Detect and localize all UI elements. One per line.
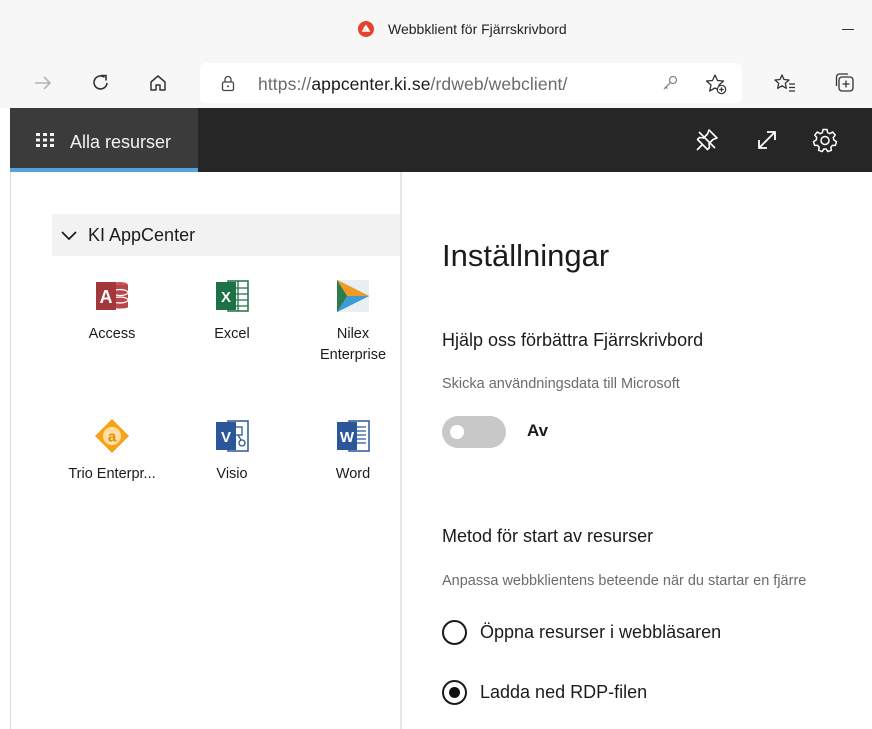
tab-all-resources-label: Alla resurser — [70, 132, 172, 152]
app-label-access: Access — [88, 326, 136, 342]
add-favorite-icon[interactable] — [704, 72, 728, 101]
url-scheme: https:// — [258, 74, 312, 94]
home-icon[interactable] — [145, 70, 171, 96]
settings-gear-icon[interactable] — [811, 126, 839, 154]
favorites-icon[interactable] — [772, 70, 798, 96]
app-header: Alla resurser — [10, 108, 872, 172]
telemetry-title: Hjälp oss förbättra Fjärrskrivbord — [442, 330, 704, 350]
url-path: /rdweb/webclient/ — [430, 74, 568, 94]
telemetry-toggle-label: Av — [527, 421, 549, 440]
word-icon: W — [337, 420, 370, 452]
launch-method-title: Metod för start av resurser — [442, 526, 654, 546]
collections-icon[interactable] — [832, 70, 858, 96]
remote-desktop-logo-icon — [358, 21, 374, 37]
svg-text:W: W — [340, 429, 355, 446]
radio-open-in-browser[interactable]: Öppna resurser i webbläsaren — [442, 620, 721, 645]
telemetry-description: Skicka användningsdata till Microsoft — [442, 376, 680, 392]
svg-text:A: A — [100, 287, 113, 307]
key-icon[interactable] — [660, 73, 680, 98]
tab-all-resources[interactable]: Alla resurser — [10, 108, 198, 172]
lock-icon[interactable] — [220, 74, 236, 97]
radio-label-rdp: Ladda ned RDP-filen — [480, 682, 648, 702]
url-host: appcenter.ki.se — [311, 74, 431, 94]
app-label-trio: Trio Enterpr... — [68, 466, 156, 482]
unpin-icon[interactable] — [693, 126, 721, 154]
radio-label-browser: Öppna resurser i webbläsaren — [480, 622, 722, 642]
app-tile-word[interactable]: W Word — [298, 416, 408, 485]
group-header-ki-appcenter[interactable]: KI AppCenter — [52, 214, 400, 256]
app-tile-visio[interactable]: V Visio — [177, 416, 287, 485]
fullscreen-icon[interactable] — [753, 126, 781, 154]
app-grid-icon — [36, 133, 54, 147]
app-tile-nilex[interactable]: Nilex Enterprise — [298, 276, 408, 366]
settings-title: Inställningar — [442, 238, 610, 273]
access-icon: A — [96, 282, 129, 310]
radio-button-rdp[interactable] — [442, 680, 467, 705]
browser-toolbar: https://appcenter.ki.se/rdweb/webclient/ — [0, 58, 872, 108]
app-tile-trio[interactable]: a Trio Enterpr... — [57, 416, 167, 485]
toggle-knob — [450, 425, 464, 439]
app-label-visio: Visio — [216, 466, 248, 482]
excel-icon: X — [216, 280, 249, 312]
visio-icon: V — [216, 420, 249, 452]
app-label-word: Word — [335, 466, 371, 482]
app-label-excel: Excel — [214, 326, 250, 342]
app-tile-access[interactable]: A Access — [57, 276, 167, 345]
refresh-icon[interactable] — [88, 70, 114, 96]
svg-text:a: a — [108, 429, 117, 446]
app-tile-excel[interactable]: X Excel — [177, 276, 287, 345]
chevron-down-icon — [60, 229, 78, 241]
svg-text:X: X — [221, 289, 231, 306]
app-label-nilex-text: Nilex Enterprise — [319, 326, 387, 363]
group-name: KI AppCenter — [88, 224, 196, 245]
launch-method-description: Anpassa webbklientens beteende när du st… — [442, 573, 807, 589]
window-title: Webbklient för Fjärrskrivbord — [358, 21, 567, 37]
radio-button-browser[interactable] — [442, 620, 467, 645]
window-title-text: Webbklient för Fjärrskrivbord — [388, 21, 567, 37]
nilex-icon — [337, 280, 369, 312]
svg-text:V: V — [221, 429, 231, 446]
window-titlebar: Webbklient för Fjärrskrivbord — [0, 0, 872, 58]
app-label-nilex: Nilex Enterprise — [298, 324, 408, 366]
url-text: https://appcenter.ki.se/rdweb/webclient/ — [258, 74, 567, 95]
minimize-button[interactable] — [836, 17, 860, 41]
address-bar[interactable]: https://appcenter.ki.se/rdweb/webclient/ — [200, 63, 742, 103]
forward-arrow-icon[interactable] — [30, 70, 56, 96]
telemetry-toggle[interactable] — [442, 416, 506, 448]
radio-download-rdp[interactable]: Ladda ned RDP-filen — [442, 680, 647, 705]
trio-icon: a — [95, 419, 129, 453]
